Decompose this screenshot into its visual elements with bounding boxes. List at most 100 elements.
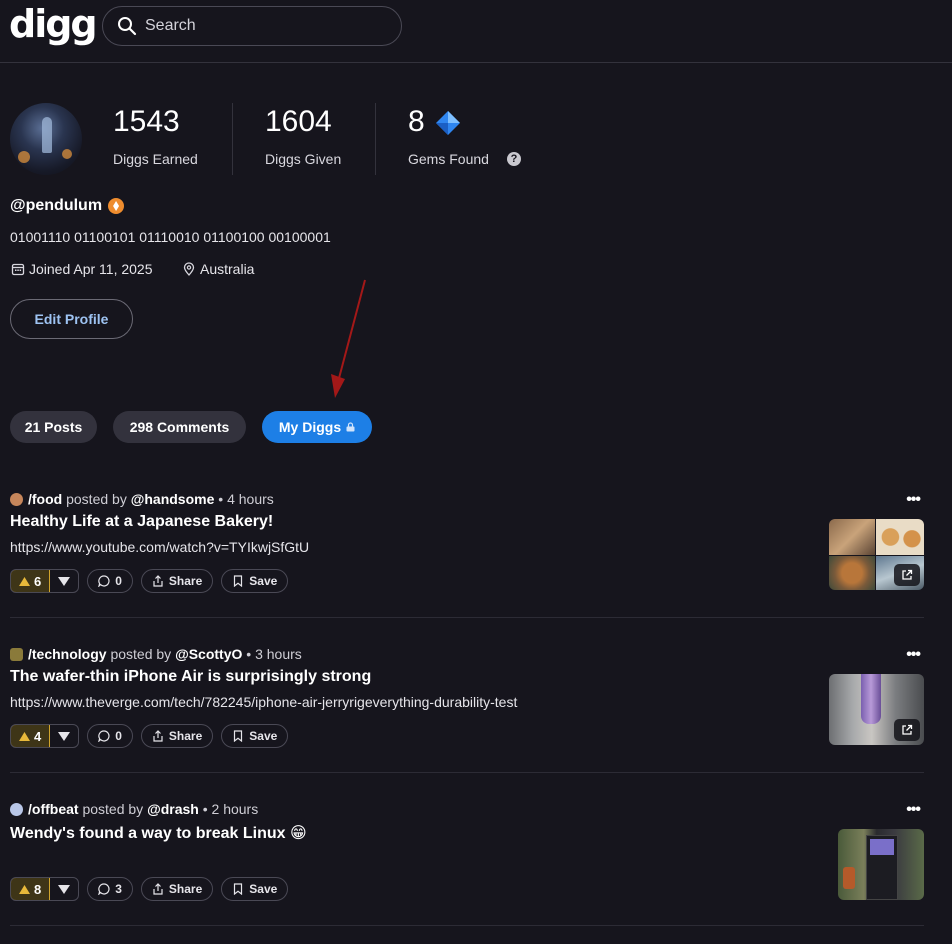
- location: Australia: [182, 261, 254, 277]
- comment-count: 0: [115, 729, 122, 743]
- external-link-icon[interactable]: [894, 564, 920, 586]
- stat-divider: [375, 103, 376, 175]
- downvote-button[interactable]: [50, 725, 78, 747]
- lock-icon: [346, 422, 355, 432]
- post-thumbnail[interactable]: [829, 519, 924, 590]
- top-bar: digg Search: [0, 0, 952, 63]
- stat-divider: [232, 103, 233, 175]
- search-icon: [118, 17, 137, 36]
- upvote-arrow-icon: [19, 884, 30, 894]
- posted-by-text: posted by: [66, 491, 127, 507]
- share-icon: [153, 883, 163, 895]
- posted-by-text: posted by: [82, 801, 144, 817]
- tab-comments[interactable]: 298 Comments: [113, 411, 246, 443]
- post-title[interactable]: Wendy's found a way to break Linux 😁: [10, 823, 307, 843]
- downvote-arrow-icon: [58, 884, 71, 894]
- post-meta: /food posted by @handsome • 4 hours: [10, 491, 274, 507]
- external-link-icon[interactable]: [894, 719, 920, 741]
- stat-diggs-earned: 1543 Diggs Earned: [113, 103, 198, 167]
- tab-posts[interactable]: 21 Posts: [10, 411, 97, 443]
- save-label: Save: [249, 882, 278, 896]
- save-button[interactable]: Save: [221, 569, 289, 593]
- avatar: [10, 103, 82, 175]
- upvote-arrow-icon: [19, 576, 30, 586]
- community-link[interactable]: /technology: [28, 646, 107, 662]
- share-button[interactable]: Share: [140, 724, 214, 748]
- share-label: Share: [168, 729, 203, 743]
- gem-icon: [436, 111, 461, 136]
- search-input[interactable]: Search: [102, 6, 402, 46]
- more-options-icon[interactable]: •••: [906, 801, 921, 819]
- diggs-earned-value: 1543: [113, 105, 180, 138]
- location-pin-icon: [183, 262, 195, 276]
- author-link[interactable]: @ScottyO: [175, 646, 242, 662]
- save-label: Save: [249, 574, 278, 588]
- technology-community-icon: [10, 647, 23, 661]
- post-card[interactable]: /food posted by @handsome • 4 hours ••• …: [10, 491, 924, 596]
- search-placeholder: Search: [145, 17, 196, 34]
- username: @pendulum: [10, 197, 125, 215]
- ethereum-badge-icon: [108, 198, 125, 214]
- post-title[interactable]: Healthy Life at a Japanese Bakery!: [10, 513, 273, 531]
- more-options-icon[interactable]: •••: [906, 646, 921, 664]
- post-actions: 6 0 Share Save: [10, 569, 289, 593]
- stat-diggs-given: 1604 Diggs Given: [265, 103, 341, 167]
- stat-gems-found: 8 Gems Found: [408, 103, 489, 167]
- post-card[interactable]: /offbeat posted by @drash • 2 hours ••• …: [10, 801, 924, 906]
- food-community-icon: [10, 492, 23, 506]
- share-icon: [153, 575, 163, 587]
- comment-count: 3: [115, 882, 122, 896]
- comments-button[interactable]: 0: [87, 724, 133, 748]
- comment-bubble-icon: [98, 575, 110, 587]
- joined-text: Joined Apr 11, 2025: [29, 261, 153, 277]
- post-divider: [10, 772, 924, 773]
- community-link[interactable]: /offbeat: [28, 801, 79, 817]
- post-time: • 2 hours: [202, 801, 259, 817]
- share-button[interactable]: Share: [140, 877, 214, 901]
- help-icon[interactable]: ?: [507, 152, 521, 166]
- community-link[interactable]: /food: [28, 491, 62, 507]
- save-button[interactable]: Save: [221, 877, 289, 901]
- tab-my-diggs[interactable]: My Diggs: [262, 411, 372, 443]
- gems-found-label: Gems Found: [408, 151, 489, 167]
- post-url[interactable]: https://www.youtube.com/watch?v=TYIkwjSf…: [10, 539, 309, 555]
- post-url[interactable]: https://www.theverge.com/tech/782245/iph…: [10, 694, 517, 710]
- comments-button[interactable]: 0: [87, 569, 133, 593]
- vote-control: 8: [10, 877, 80, 901]
- author-link[interactable]: @drash: [147, 801, 199, 817]
- post-meta: /offbeat posted by @drash • 2 hours: [10, 801, 258, 817]
- upvote-button[interactable]: 6: [11, 570, 51, 592]
- upvote-button[interactable]: 4: [11, 725, 51, 747]
- comment-count: 0: [115, 574, 122, 588]
- more-options-icon[interactable]: •••: [906, 491, 921, 509]
- post-thumbnail[interactable]: [829, 674, 924, 745]
- comments-button[interactable]: 3: [87, 877, 133, 901]
- post-thumbnail[interactable]: [838, 829, 924, 900]
- digg-count: 4: [34, 728, 42, 744]
- author-link[interactable]: @handsome: [131, 491, 215, 507]
- downvote-button[interactable]: [50, 878, 78, 900]
- digg-count: 8: [34, 881, 42, 897]
- joined-date: Joined Apr 11, 2025: [11, 261, 153, 277]
- downvote-arrow-icon: [58, 731, 71, 741]
- edit-profile-button[interactable]: Edit Profile: [10, 299, 133, 339]
- post-title[interactable]: The wafer-thin iPhone Air is surprisingl…: [10, 668, 371, 686]
- upvote-button[interactable]: 8: [11, 878, 51, 900]
- save-label: Save: [249, 729, 278, 743]
- username-text: @pendulum: [10, 197, 103, 214]
- diggs-earned-label: Diggs Earned: [113, 151, 198, 167]
- downvote-button[interactable]: [50, 570, 78, 592]
- bookmark-icon: [234, 883, 243, 895]
- post-card[interactable]: /technology posted by @ScottyO • 3 hours…: [10, 646, 924, 751]
- diggs-given-value: 1604: [265, 105, 332, 138]
- share-label: Share: [168, 574, 203, 588]
- downvote-arrow-icon: [58, 576, 71, 586]
- share-button[interactable]: Share: [140, 569, 214, 593]
- save-button[interactable]: Save: [221, 724, 289, 748]
- post-time: • 3 hours: [246, 646, 302, 662]
- digg-logo[interactable]: digg: [9, 4, 98, 44]
- calendar-icon: [11, 263, 25, 276]
- post-divider: [10, 925, 924, 926]
- posted-by-text: posted by: [110, 646, 172, 662]
- comment-bubble-icon: [98, 730, 110, 742]
